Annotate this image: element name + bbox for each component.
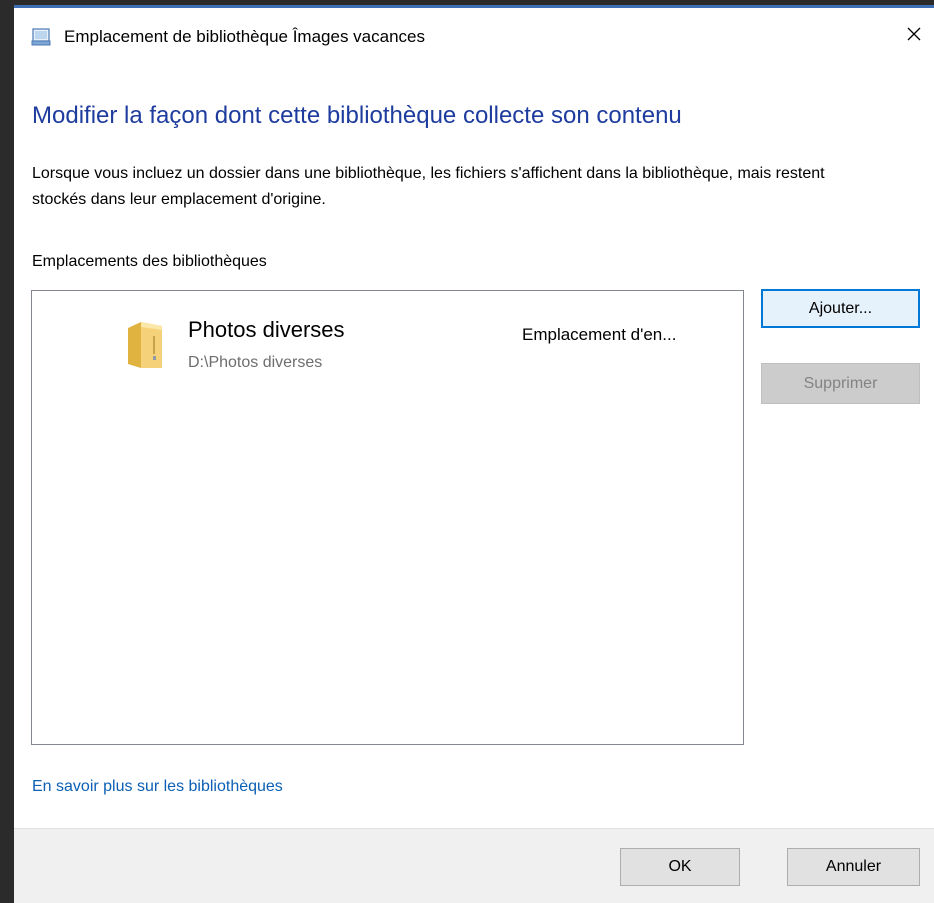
folder-icon [126,320,164,370]
add-button[interactable]: Ajouter... [761,289,920,328]
close-button[interactable] [894,16,934,56]
location-name: Photos diverses [188,317,345,342]
window-title: Emplacement de bibliothèque Îmages vacan… [64,27,425,46]
library-location-dialog: Emplacement de bibliothèque Îmages vacan… [14,8,934,903]
background-edge-left [0,0,14,903]
locations-list[interactable]: Photos diverses D:\Photos diverses Empla… [31,290,744,745]
library-icon [31,27,51,47]
cancel-button[interactable]: Annuler [787,848,920,886]
dialog-heading: Modifier la façon dont cette bibliothèqu… [32,102,682,129]
close-icon [906,26,922,47]
ok-button[interactable]: OK [620,848,740,886]
title-bar: Emplacement de bibliothèque Îmages vacan… [14,8,934,58]
list-item[interactable]: Photos diverses D:\Photos diverses Empla… [32,291,743,391]
location-status: Emplacement d'en... [522,325,677,344]
remove-button[interactable]: Supprimer [761,363,920,404]
dialog-footer: OK Annuler [14,828,934,903]
location-path: D:\Photos diverses [188,354,323,371]
locations-label: Emplacements des bibliothèques [32,253,267,270]
background-edge-top [0,0,934,8]
dialog-description: Lorsque vous incluez un dossier dans une… [32,165,825,208]
learn-more-link[interactable]: En savoir plus sur les bibliothèques [32,778,283,796]
